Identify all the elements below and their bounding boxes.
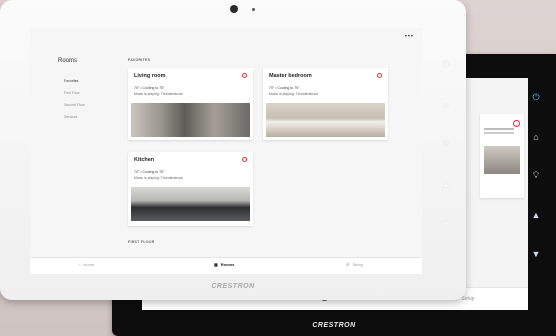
room-music-status: Music is playing: Thunderstruck xyxy=(134,92,183,96)
room-music-status: Music is playing: Thunderstruck xyxy=(269,92,318,96)
room-card-text xyxy=(484,128,514,130)
room-photo xyxy=(131,187,250,221)
more-icon[interactable]: ••• xyxy=(405,34,414,40)
sidebar-item-first-floor[interactable]: First Floor xyxy=(64,87,85,99)
sidebar-item-services[interactable]: Services xyxy=(64,111,85,123)
app-screen: ••• Rooms Favorites First Floor Second F… xyxy=(30,28,422,274)
room-temperature: 70° • Cooling to 75° xyxy=(269,86,300,90)
page-title: Rooms xyxy=(58,58,78,64)
room-card-living-room[interactable]: Living room 70° • Cooling to 75° Music i… xyxy=(128,68,253,140)
room-name: Living room xyxy=(134,73,166,79)
home-icon[interactable]: ⌂ xyxy=(533,117,538,156)
gear-icon: ⚙ xyxy=(346,262,350,267)
remove-icon[interactable] xyxy=(513,120,520,127)
brand-logo: CRESTRON xyxy=(211,283,255,290)
brand-logo: CRESTRON xyxy=(312,322,356,329)
nav-rooms[interactable]: ▦ Rooms xyxy=(214,262,234,267)
room-name: Kitchen xyxy=(134,157,155,163)
room-photo xyxy=(266,103,385,137)
up-arrow-icon[interactable]: ▲ xyxy=(442,164,451,204)
section-heading-first-floor: FIRST FLOOR xyxy=(128,240,155,244)
white-hard-buttons: ⏻ ⌂ 💡︎ ▲ ▼ xyxy=(436,44,456,244)
room-photo xyxy=(131,103,250,137)
bottom-nav: ⌂ Home ▦ Rooms ⚙ Setup xyxy=(30,257,422,274)
lightbulb-icon[interactable]: 💡︎ xyxy=(443,124,449,164)
power-icon[interactable]: ⏻ xyxy=(442,44,449,84)
room-photo xyxy=(484,146,520,174)
section-heading-favorites: FAVORITES xyxy=(128,58,151,62)
rooms-icon: ▦ xyxy=(214,262,218,267)
lightbulb-icon[interactable]: 💡︎ xyxy=(533,156,539,195)
remove-icon[interactable] xyxy=(242,157,247,162)
camera-icon xyxy=(230,5,238,13)
home-icon[interactable]: ⌂ xyxy=(443,84,448,124)
room-temperature: 70° • Cooling to 75° xyxy=(134,86,165,90)
power-icon[interactable]: ⏻ xyxy=(532,78,539,117)
room-card-partial[interactable] xyxy=(480,114,524,198)
touchpanel-white: ••• Rooms Favorites First Floor Second F… xyxy=(0,0,466,300)
down-arrow-icon[interactable]: ▼ xyxy=(442,204,451,244)
sensor-icon xyxy=(252,8,255,11)
nav-setup[interactable]: ⚙ Setup xyxy=(346,262,363,267)
room-music-status: Music is playing: Thunderstruck xyxy=(134,176,183,180)
nav-home[interactable]: ⌂ Home xyxy=(78,262,94,267)
sidebar: Favorites First Floor Second Floor Servi… xyxy=(64,75,85,123)
room-temperature: 70° • Cooling to 75° xyxy=(134,170,165,174)
black-hard-buttons: ⏻ ⌂ 💡︎ ▲ ▼ xyxy=(524,78,548,273)
remove-icon[interactable] xyxy=(377,73,382,78)
remove-icon[interactable] xyxy=(242,73,247,78)
room-card-master-bedroom[interactable]: Master bedroom 70° • Cooling to 75° Musi… xyxy=(263,68,388,140)
room-card-kitchen[interactable]: Kitchen 70° • Cooling to 75° Music is pl… xyxy=(128,152,253,226)
home-icon: ⌂ xyxy=(78,262,81,267)
sidebar-item-favorites[interactable]: Favorites xyxy=(64,75,85,87)
down-arrow-icon[interactable]: ▼ xyxy=(532,234,541,273)
sidebar-item-second-floor[interactable]: Second Floor xyxy=(64,99,85,111)
room-name: Master bedroom xyxy=(269,73,312,79)
up-arrow-icon[interactable]: ▲ xyxy=(532,195,541,234)
